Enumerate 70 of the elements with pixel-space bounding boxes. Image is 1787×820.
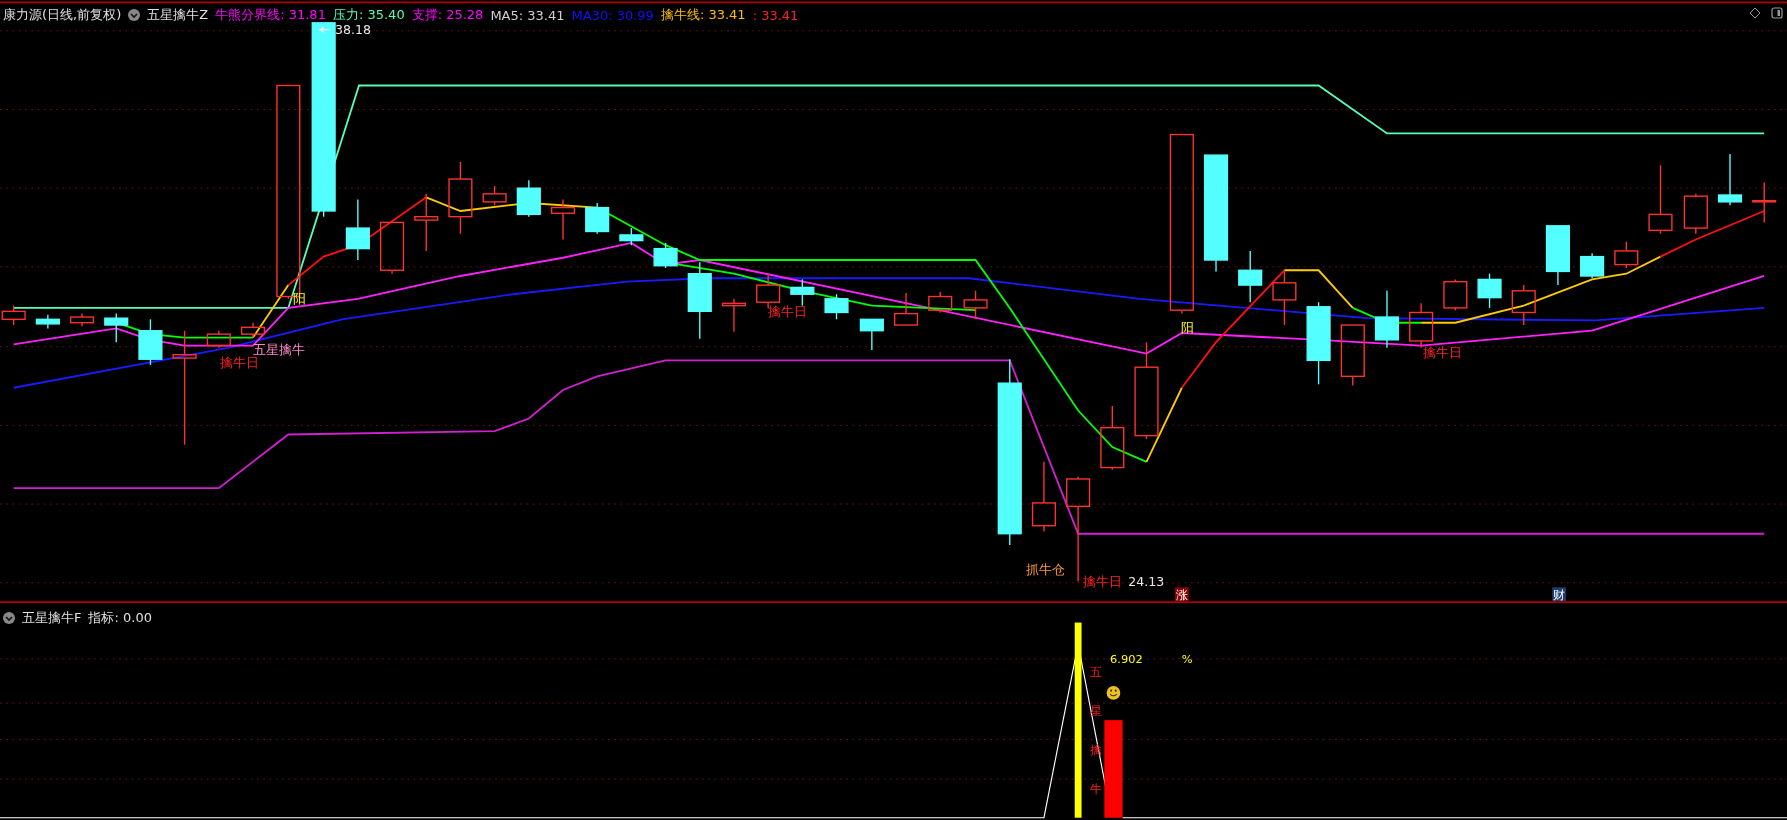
chart-label: 抓牛仓 bbox=[1025, 561, 1065, 577]
candlestick bbox=[240, 322, 266, 339]
candlestick bbox=[550, 198, 576, 241]
candlestick bbox=[1648, 164, 1673, 235]
smiley-icon bbox=[1106, 686, 1121, 700]
candlestick bbox=[1238, 250, 1263, 303]
chart-label: 38.18 bbox=[335, 22, 371, 38]
indicator-reading: 6.902 bbox=[1110, 652, 1143, 667]
panel-toggle-icon[interactable] bbox=[1771, 7, 1783, 19]
diamond-icon[interactable] bbox=[1749, 7, 1761, 19]
candlestick bbox=[1031, 461, 1056, 533]
candlestick bbox=[206, 330, 231, 349]
chart-label: 擒牛日 bbox=[219, 355, 259, 371]
indicator-value: 支撑: 25.28 bbox=[411, 6, 484, 24]
indicator-value: : 33.41 bbox=[752, 7, 799, 23]
candlestick bbox=[35, 314, 60, 330]
candlestick bbox=[1340, 324, 1365, 387]
candlestick bbox=[1580, 252, 1605, 279]
chart-label: 擒牛日 bbox=[1423, 344, 1463, 360]
chart-label: 擒牛日 bbox=[768, 303, 808, 319]
indicator-value: 指标: 0.00 bbox=[88, 609, 152, 627]
candlestick bbox=[482, 185, 507, 206]
chevron-down-icon[interactable] bbox=[3, 612, 15, 624]
candlestick bbox=[1511, 284, 1536, 326]
candlestick bbox=[824, 293, 849, 320]
candlestick bbox=[928, 291, 953, 314]
candlestick bbox=[69, 312, 95, 327]
chart-label: 五星擒牛 bbox=[253, 341, 305, 357]
leader-line bbox=[318, 26, 332, 34]
chart-label: 擒牛日 bbox=[1082, 574, 1122, 590]
candlestick bbox=[1717, 153, 1743, 206]
candlestick bbox=[414, 193, 439, 252]
indicator-value: 擒牛线: 33.41 bbox=[660, 6, 746, 24]
chart-label: 阳 bbox=[1180, 319, 1194, 335]
candlestick bbox=[585, 202, 610, 235]
candlestick bbox=[1374, 290, 1400, 349]
candlestick bbox=[1477, 273, 1502, 309]
candlestick bbox=[963, 290, 988, 320]
candlestick bbox=[653, 242, 678, 269]
event-badge: 财 bbox=[1552, 587, 1566, 601]
candlestick bbox=[859, 318, 884, 351]
indicator-name: 五星擒牛F bbox=[22, 609, 82, 627]
candlestick bbox=[1545, 225, 1570, 286]
candlestick bbox=[1272, 270, 1297, 326]
candlestick bbox=[345, 198, 370, 261]
stock-title: 康力源(日线,前复权) bbox=[3, 6, 122, 24]
candlestick bbox=[516, 179, 541, 218]
indicator-value: 牛熊分界线: 31.81 bbox=[215, 6, 326, 24]
chevron-down-icon[interactable] bbox=[128, 9, 141, 21]
chart-label: 阳 bbox=[292, 291, 306, 307]
candlestick bbox=[1, 304, 26, 326]
candlestick bbox=[1683, 193, 1708, 235]
chart-label: 24.13 bbox=[1128, 574, 1165, 590]
candlestick bbox=[1443, 278, 1468, 311]
candlestick bbox=[893, 292, 919, 326]
candlestick bbox=[1100, 405, 1125, 471]
event-badge: 涨 bbox=[1175, 587, 1189, 601]
candlestick bbox=[138, 318, 163, 366]
indicator-value: MA30: 30.99 bbox=[571, 7, 654, 23]
indicator-name: 五星擒牛Z bbox=[147, 6, 209, 24]
candlestick bbox=[1614, 241, 1639, 269]
candlestick bbox=[790, 278, 815, 307]
candlestick bbox=[1752, 181, 1777, 224]
candlestick bbox=[721, 298, 747, 333]
indicator-value: MA5: 33.41 bbox=[490, 7, 565, 23]
candlestick bbox=[379, 221, 405, 275]
candlestick bbox=[104, 312, 129, 343]
indicator-value: 压力: 35.40 bbox=[332, 6, 405, 24]
unit-label: % bbox=[1181, 652, 1193, 667]
candlestick bbox=[619, 227, 644, 246]
